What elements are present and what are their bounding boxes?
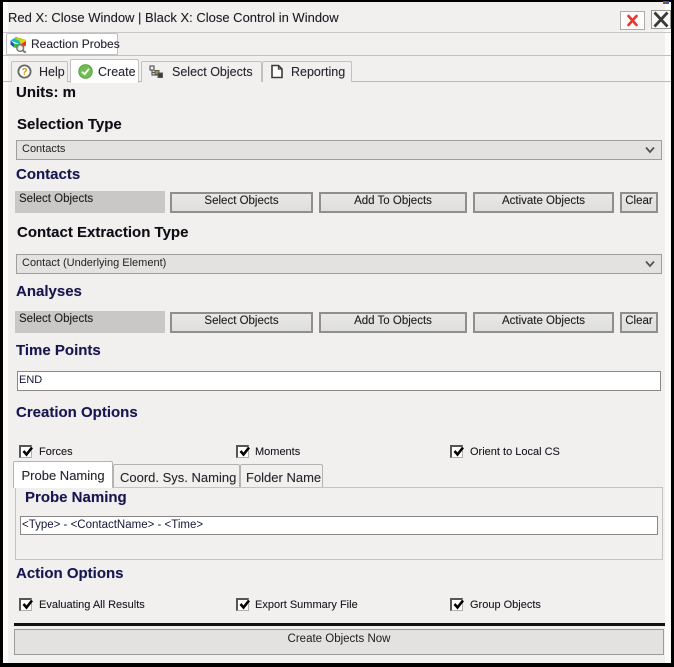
svg-text:?: ? bbox=[21, 67, 27, 78]
